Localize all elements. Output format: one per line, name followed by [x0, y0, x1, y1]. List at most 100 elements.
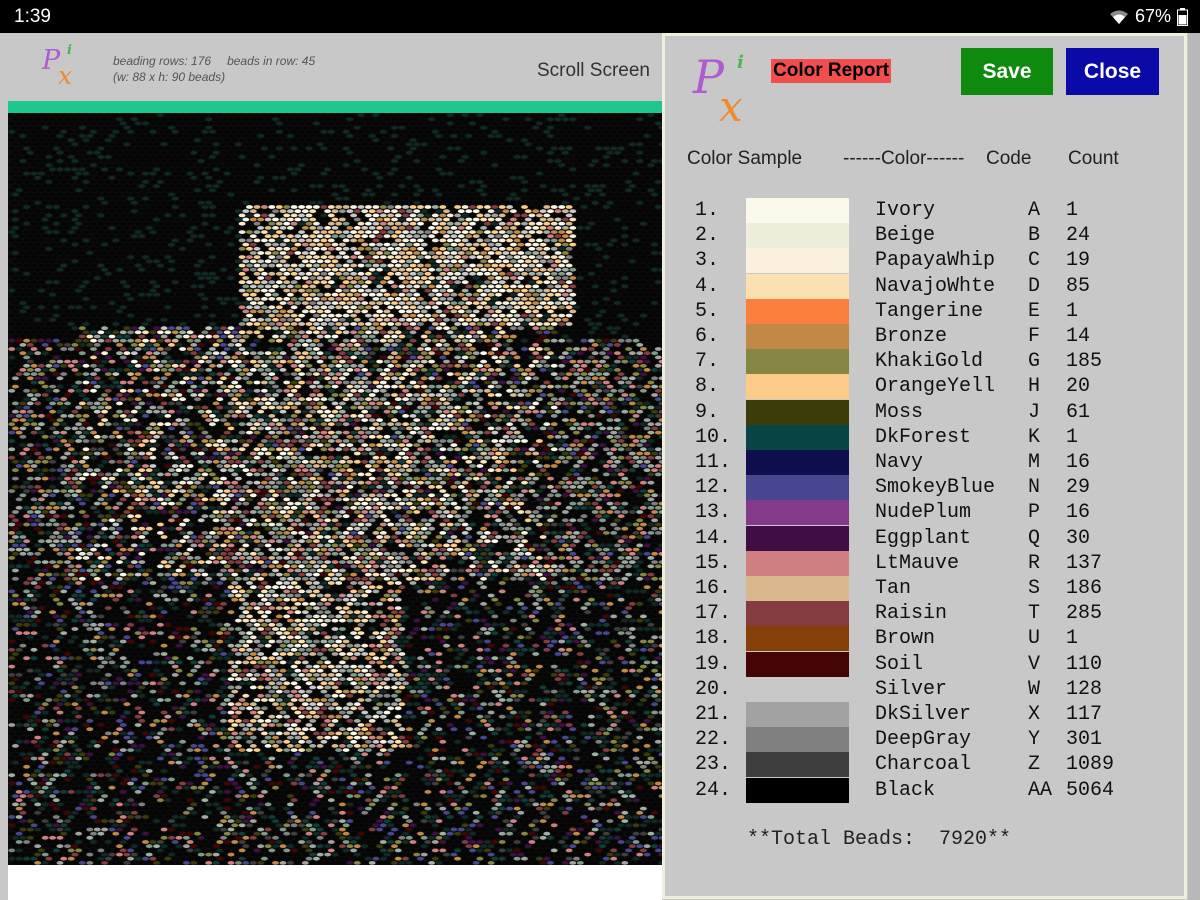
status-time: 1:39: [14, 6, 51, 27]
color-row: 20. Silver W 128: [665, 676, 1184, 702]
color-code: N: [1028, 476, 1041, 500]
color-name: DkForest: [875, 425, 972, 449]
color-swatch: [746, 777, 849, 803]
color-code: D: [1028, 274, 1041, 298]
logo-letter-i: i: [67, 43, 72, 58]
scroll-screen-button[interactable]: Scroll Screen: [537, 60, 650, 82]
color-name: Eggplant: [875, 526, 972, 550]
beads-in-row: beads in row: 45: [227, 54, 316, 68]
header-count: Count: [1068, 148, 1119, 169]
color-swatch: [746, 576, 849, 601]
color-swatch: [746, 550, 849, 576]
color-swatch: [746, 198, 849, 223]
color-code: A: [1028, 199, 1041, 222]
color-row: 9. Moss J 61: [665, 399, 1184, 425]
color-code: R: [1028, 551, 1041, 575]
color-swatch: [746, 626, 849, 652]
row-number: 3.: [695, 249, 720, 273]
color-count: 117: [1066, 703, 1103, 726]
color-code: M: [1028, 451, 1041, 474]
header-color: ------Color------: [843, 148, 965, 169]
row-number: 16.: [695, 577, 732, 600]
color-count: 29: [1066, 476, 1091, 500]
color-code: B: [1028, 224, 1041, 248]
color-name: LtMauve: [875, 551, 960, 575]
row-number: 6.: [695, 325, 720, 348]
row-number: 24.: [695, 778, 732, 802]
bead-pattern-canvas[interactable]: [8, 113, 662, 865]
color-swatch: [746, 752, 849, 778]
color-count: 128: [1066, 677, 1103, 701]
color-code: Q: [1028, 526, 1041, 550]
row-number: 20.: [695, 677, 732, 701]
color-swatch: [746, 727, 849, 753]
color-code: X: [1028, 703, 1041, 726]
row-number: 7.: [695, 350, 720, 374]
color-code: W: [1028, 677, 1041, 701]
color-name: DkSilver: [875, 703, 972, 726]
color-count: 16: [1066, 501, 1091, 525]
row-number: 9.: [695, 400, 720, 424]
color-row: 3. PapayaWhip C 19: [665, 248, 1184, 274]
color-name: Charcoal: [875, 753, 972, 777]
bead-grid: [8, 113, 662, 865]
color-swatch: [746, 450, 849, 475]
color-row: 1. Ivory A 1: [665, 198, 1184, 223]
status-icons: 67%: [1109, 6, 1188, 27]
wifi-icon: [1109, 10, 1128, 24]
color-count: 186: [1066, 577, 1103, 600]
color-code: C: [1028, 249, 1041, 273]
row-number: 8.: [695, 375, 720, 399]
color-count: 30: [1066, 526, 1091, 550]
row-number: 2.: [695, 224, 720, 248]
color-swatch: [746, 223, 849, 249]
color-code: U: [1028, 627, 1041, 651]
color-row: 2. Beige B 24: [665, 223, 1184, 249]
color-count: 5064: [1066, 778, 1115, 802]
color-name: DeepGray: [875, 728, 972, 752]
color-swatch: [746, 298, 849, 324]
color-code: G: [1028, 350, 1041, 374]
row-number: 19.: [695, 652, 732, 676]
pattern-dimensions: (w: 88 x h: 90 beads): [113, 70, 226, 84]
color-swatch: [746, 248, 849, 274]
color-count: 1: [1066, 627, 1079, 651]
header-code: Code: [986, 148, 1032, 169]
color-name: Moss: [875, 400, 924, 424]
color-row: 23. Charcoal Z 1089: [665, 752, 1184, 778]
color-code: Y: [1028, 728, 1041, 752]
dialog-logo: P i x: [693, 50, 763, 131]
color-swatch: [746, 475, 849, 501]
color-name: Black: [875, 778, 936, 802]
color-row: 12. SmokeyBlue N 29: [665, 475, 1184, 501]
color-swatch: [746, 399, 849, 425]
color-count: 85: [1066, 274, 1091, 298]
color-name: OrangeYell: [875, 375, 996, 399]
color-swatch: [746, 374, 849, 400]
row-number: 21.: [695, 703, 732, 726]
color-count: 20: [1066, 375, 1091, 399]
color-row: 16. Tan S 186: [665, 576, 1184, 601]
row-number: 14.: [695, 526, 732, 550]
color-name: Silver: [875, 677, 948, 701]
row-number: 4.: [695, 274, 720, 298]
color-count: 16: [1066, 451, 1091, 474]
save-button[interactable]: Save: [961, 48, 1053, 95]
color-name: Soil: [875, 652, 924, 676]
color-swatch: [746, 601, 849, 627]
color-name: Tan: [875, 577, 912, 600]
color-code: P: [1028, 501, 1041, 525]
close-button[interactable]: Close: [1066, 48, 1159, 95]
color-code: V: [1028, 652, 1041, 676]
color-name: NudePlum: [875, 501, 972, 525]
color-code: J: [1028, 400, 1041, 424]
bottom-strip: [8, 865, 662, 900]
color-report-dialog: P i x Color Report Save Close Color Samp…: [662, 33, 1187, 899]
color-swatch: [746, 525, 849, 551]
dialog-logo-letter-x: x: [719, 82, 743, 131]
color-count: 24: [1066, 224, 1091, 248]
color-count: 301: [1066, 728, 1103, 752]
total-beads: **Total Beads: 7920**: [747, 828, 1012, 851]
app-logo: P i x: [40, 43, 85, 93]
color-swatch: [746, 651, 849, 677]
